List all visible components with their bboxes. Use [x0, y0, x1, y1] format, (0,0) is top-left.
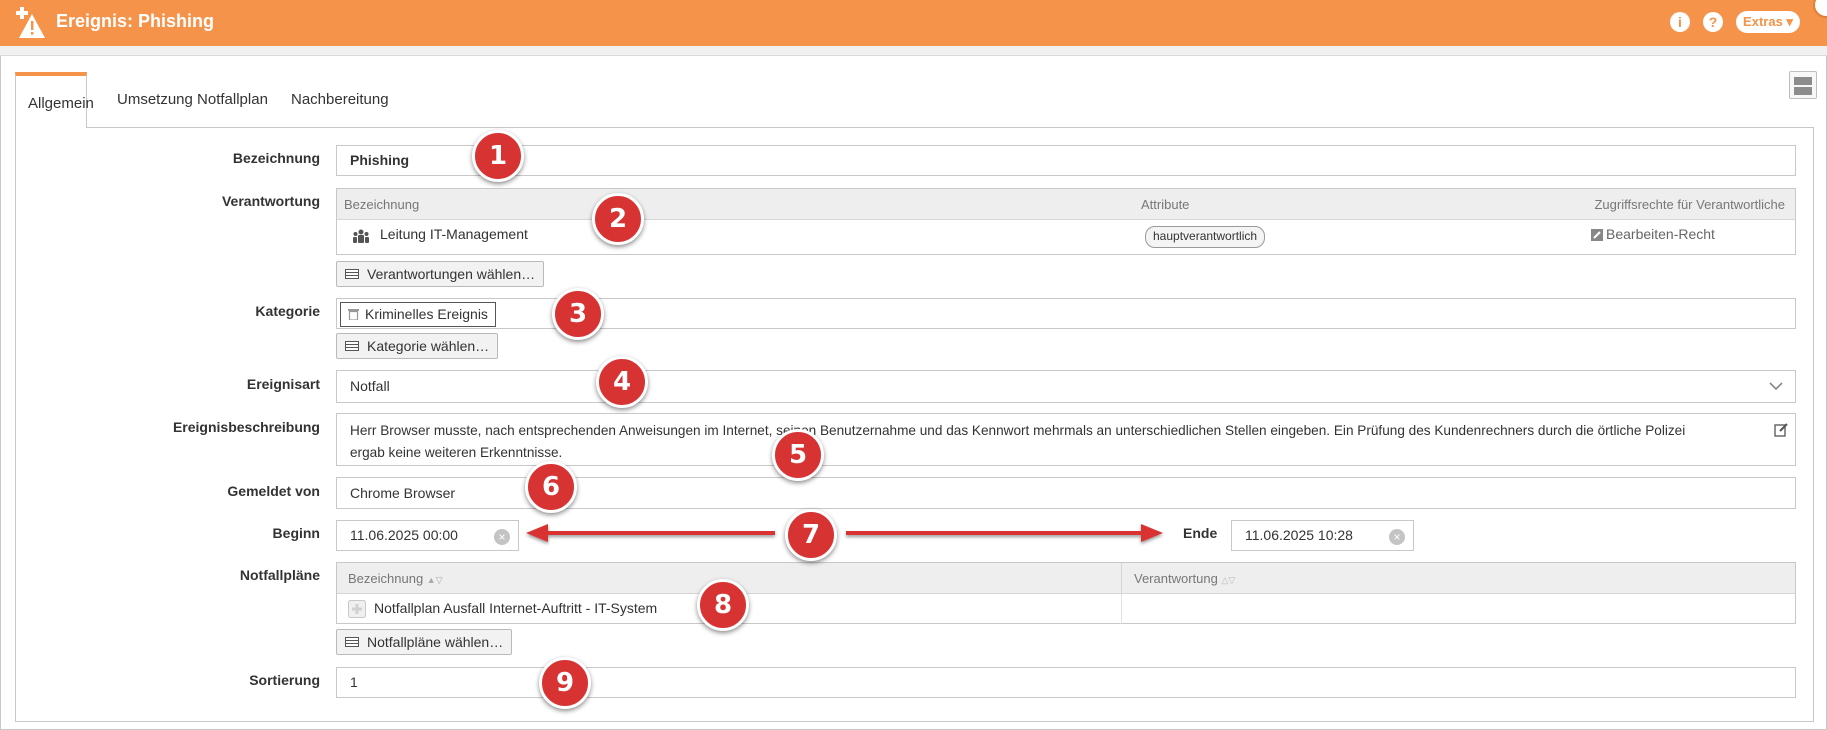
ereignisart-label: Ereignisart	[246, 376, 320, 392]
attribute-badge: hauptverantwortlich	[1145, 226, 1266, 248]
column-header-bezeichnung[interactable]: Bezeichnung	[344, 197, 419, 212]
annotation-marker-9: 9	[539, 657, 591, 709]
header-bar: Ereignis: Phishing i ? Extras ▾	[0, 0, 1827, 46]
table-header: Bezeichnung ▲▽ Verantwortung △▽	[337, 563, 1795, 594]
bezeichnung-label: Bezeichnung	[232, 150, 320, 166]
table-row[interactable]: Notfallplan Ausfall Internet-Auftritt - …	[337, 594, 1795, 624]
sort-asc-icon: ▲▽	[426, 575, 443, 585]
emergency-plan-name: Notfallplan Ausfall Internet-Auftritt - …	[374, 600, 658, 616]
kategorie-waehlen-button[interactable]: Kategorie wählen…	[336, 333, 499, 359]
notfallplaene-table: Bezeichnung ▲▽ Verantwortung △▽ Notfallp…	[336, 562, 1796, 624]
kategorie-waehlen-label: Kategorie wählen…	[367, 338, 490, 354]
kategorie-tag-label: Kriminelles Ereignis	[365, 306, 488, 322]
sub-toolbar	[0, 46, 1827, 56]
annotation-marker-1: 1	[472, 130, 524, 182]
ereignisart-select[interactable]: Notfall	[336, 370, 1796, 403]
kategorie-label: Kategorie	[255, 303, 320, 319]
list-icon	[345, 269, 359, 279]
ereignisart-value: Notfall	[350, 378, 390, 394]
layout-icon-bottom	[1794, 87, 1812, 95]
sort-icon: △▽	[1221, 575, 1236, 585]
annotation-marker-7: 7	[785, 509, 837, 561]
column-divider	[1121, 563, 1122, 593]
kategorie-tag[interactable]: Kriminelles Ereignis	[340, 302, 496, 327]
annotation-marker-4: 4	[596, 356, 648, 408]
list-icon	[345, 637, 359, 647]
beginn-value: 11.06.2025 00:00	[350, 527, 458, 543]
ereignisbeschreibung-label: Ereignisbeschreibung	[172, 419, 320, 435]
ende-label: Ende	[1183, 525, 1218, 541]
edit-icon	[1591, 229, 1603, 241]
annotation-marker-3: 3	[552, 288, 604, 340]
list-icon	[345, 341, 359, 351]
column-header-bezeichnung-label: Bezeichnung	[348, 571, 424, 586]
beginn-datetime-input[interactable]: 11.06.2025 00:00 ×	[336, 520, 519, 551]
ende-datetime-input[interactable]: 11.06.2025 10:28 ×	[1231, 520, 1414, 551]
clear-beginn-icon[interactable]: ×	[494, 529, 510, 545]
help-icon[interactable]: ?	[1703, 12, 1723, 32]
trash-icon[interactable]	[348, 308, 359, 320]
table-header: Bezeichnung Attribute Zugriffsrechte für…	[337, 189, 1795, 220]
annotation-marker-5: 5	[772, 429, 824, 481]
chevron-down-icon	[1769, 382, 1783, 391]
annotation-marker-2: 2	[592, 193, 644, 245]
beginn-label: Beginn	[272, 525, 320, 541]
column-header-bezeichnung[interactable]: Bezeichnung ▲▽	[348, 571, 443, 586]
warning-add-icon	[16, 7, 45, 38]
responsible-name: Leitung IT-Management	[380, 226, 528, 242]
info-icon[interactable]: i	[1670, 12, 1690, 32]
edit-text-icon[interactable]	[1774, 422, 1789, 437]
notfallplaene-waehlen-button[interactable]: Notfallpläne wählen…	[336, 629, 513, 655]
tab-umsetzung-notfallplan[interactable]: Umsetzung Notfallplan	[103, 80, 282, 128]
column-divider	[1121, 594, 1122, 624]
gemeldet-von-label: Gemeldet von	[227, 483, 320, 499]
tab-allgemein[interactable]: Allgemein	[15, 72, 94, 128]
annotation-marker-8: 8	[697, 579, 749, 631]
verantwortungen-waehlen-button[interactable]: Verantwortungen wählen…	[336, 261, 545, 287]
corner-badge	[1813, 0, 1827, 18]
notfallplaene-waehlen-label: Notfallpläne wählen…	[367, 634, 504, 650]
column-header-zugriffsrechte[interactable]: Zugriffsrechte für Verantwortliche	[1594, 197, 1785, 212]
bezeichnung-input[interactable]: Phishing	[336, 145, 1796, 176]
ende-value: 11.06.2025 10:28	[1245, 527, 1353, 543]
page-title: Ereignis: Phishing	[56, 11, 215, 31]
verantwortungen-waehlen-label: Verantwortungen wählen…	[367, 266, 536, 282]
verantwortung-label: Verantwortung	[221, 193, 320, 209]
clear-ende-icon[interactable]: ×	[1389, 529, 1405, 545]
ereignisbeschreibung-textarea[interactable]: Herr Browser musste, nach entsprechenden…	[336, 413, 1796, 466]
layout-icon-top	[1794, 77, 1812, 85]
column-header-attribute[interactable]: Attribute	[1141, 197, 1189, 212]
column-header-verantwortung-label: Verantwortung	[1134, 571, 1218, 586]
extras-menu-button[interactable]: Extras ▾	[1736, 11, 1800, 33]
table-row[interactable]: Leitung IT-Management hauptverantwortlic…	[337, 220, 1795, 250]
column-header-verantwortung[interactable]: Verantwortung △▽	[1134, 571, 1235, 586]
beschreibung-line-2: ergab keine weiteren Erkenntnisse.	[350, 445, 563, 460]
group-icon	[353, 229, 369, 243]
layout-toggle-button[interactable]	[1789, 71, 1817, 99]
tab-nachbereitung[interactable]: Nachbereitung	[277, 80, 403, 128]
emergency-plan-icon	[348, 600, 366, 618]
sortierung-label: Sortierung	[249, 672, 320, 688]
notfallplaene-label: Notfallpläne	[239, 567, 320, 583]
verantwortung-table: Bezeichnung Attribute Zugriffsrechte für…	[336, 188, 1796, 255]
annotation-marker-6: 6	[525, 461, 577, 513]
beschreibung-line-1: Herr Browser musste, nach entsprechenden…	[350, 423, 1686, 438]
access-right: Bearbeiten-Recht	[1606, 226, 1715, 242]
